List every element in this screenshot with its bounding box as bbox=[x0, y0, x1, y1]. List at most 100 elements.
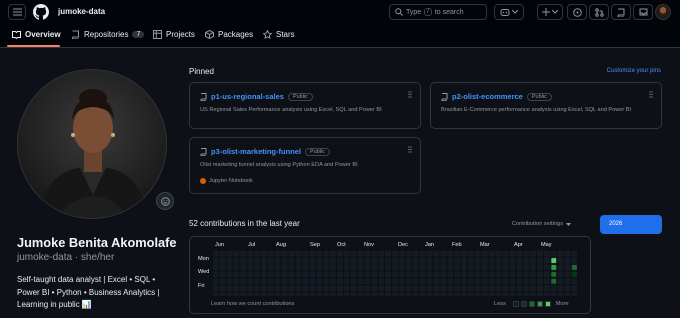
contribution-day[interactable] bbox=[550, 285, 557, 292]
contribution-day[interactable] bbox=[357, 271, 364, 278]
contribution-day[interactable] bbox=[309, 285, 316, 292]
contribution-day[interactable] bbox=[509, 292, 516, 296]
contribution-day[interactable] bbox=[330, 251, 336, 257]
contribution-day[interactable] bbox=[316, 278, 323, 285]
contribution-day[interactable] bbox=[309, 257, 316, 264]
contribution-day[interactable] bbox=[226, 278, 233, 285]
contribution-day[interactable] bbox=[364, 251, 371, 257]
contribution-day[interactable] bbox=[488, 251, 495, 257]
contribution-day[interactable] bbox=[364, 264, 371, 271]
contribution-day[interactable] bbox=[426, 257, 433, 264]
contribution-day[interactable] bbox=[502, 257, 509, 264]
contribution-day[interactable] bbox=[330, 264, 336, 271]
contribution-day[interactable] bbox=[502, 285, 509, 292]
contribution-day[interactable] bbox=[219, 257, 226, 264]
contribution-day[interactable] bbox=[523, 257, 530, 264]
contribution-day[interactable] bbox=[412, 278, 419, 285]
contribution-day[interactable] bbox=[213, 285, 219, 291]
contribution-day[interactable] bbox=[233, 292, 240, 296]
contribution-day[interactable] bbox=[226, 257, 233, 264]
contribution-day[interactable] bbox=[240, 271, 247, 278]
contribution-day[interactable] bbox=[495, 285, 502, 292]
header-username[interactable]: jumoke-data bbox=[58, 7, 105, 16]
contribution-day[interactable] bbox=[454, 264, 461, 271]
contribution-day[interactable] bbox=[419, 264, 426, 271]
contribution-day[interactable] bbox=[406, 251, 412, 257]
contribution-day[interactable] bbox=[385, 264, 392, 271]
contribution-day[interactable] bbox=[481, 292, 488, 296]
contribution-day[interactable] bbox=[461, 264, 467, 271]
contribution-day[interactable] bbox=[337, 292, 343, 296]
contribution-day[interactable] bbox=[288, 278, 295, 285]
contribution-day[interactable] bbox=[302, 257, 309, 264]
contribution-day[interactable] bbox=[281, 285, 288, 292]
contribution-day[interactable] bbox=[550, 264, 557, 271]
contribution-day[interactable] bbox=[454, 271, 461, 278]
contribution-day[interactable] bbox=[564, 285, 571, 292]
contribution-day[interactable] bbox=[530, 278, 536, 285]
contribution-day[interactable] bbox=[336, 285, 343, 292]
contribution-day[interactable] bbox=[468, 257, 474, 264]
contribution-day[interactable] bbox=[219, 278, 226, 285]
contribution-day[interactable] bbox=[268, 278, 274, 285]
contribution-day[interactable] bbox=[254, 251, 260, 257]
contribution-day[interactable] bbox=[309, 278, 316, 285]
tab-packages[interactable]: Packages bbox=[205, 30, 253, 39]
contribution-day[interactable] bbox=[475, 257, 481, 264]
contribution-day[interactable] bbox=[461, 292, 467, 296]
contribution-day[interactable] bbox=[419, 271, 426, 278]
contribution-day[interactable] bbox=[488, 257, 495, 264]
contribution-day[interactable] bbox=[405, 271, 412, 278]
contribution-day[interactable] bbox=[219, 251, 226, 257]
contribution-day[interactable] bbox=[295, 251, 302, 257]
issues-button[interactable] bbox=[567, 4, 587, 20]
contribution-day[interactable] bbox=[233, 285, 240, 292]
contribution-day[interactable] bbox=[385, 251, 391, 257]
contribution-day[interactable] bbox=[516, 278, 523, 285]
contribution-day[interactable] bbox=[213, 257, 219, 264]
contribution-day[interactable] bbox=[426, 251, 433, 257]
contribution-day[interactable] bbox=[468, 285, 474, 292]
tab-overview[interactable]: Overview bbox=[12, 30, 61, 39]
contribution-day[interactable] bbox=[364, 271, 371, 278]
contribution-day[interactable] bbox=[357, 257, 364, 264]
contribution-day[interactable] bbox=[468, 292, 474, 296]
contribution-day[interactable] bbox=[288, 264, 295, 271]
contribution-day[interactable] bbox=[433, 292, 440, 296]
contribution-day[interactable] bbox=[336, 271, 343, 278]
contribution-day[interactable] bbox=[564, 271, 571, 278]
contribution-day[interactable] bbox=[509, 264, 516, 271]
learn-contributions-link[interactable]: Learn how we count contributions bbox=[211, 301, 294, 307]
contribution-day[interactable] bbox=[343, 285, 350, 292]
contribution-day[interactable] bbox=[433, 257, 440, 264]
contribution-day[interactable] bbox=[481, 285, 488, 292]
contribution-day[interactable] bbox=[419, 285, 426, 292]
contribution-day[interactable] bbox=[213, 292, 219, 296]
contribution-day[interactable] bbox=[343, 278, 350, 285]
contribution-day[interactable] bbox=[219, 285, 226, 292]
contribution-day[interactable] bbox=[323, 264, 329, 271]
contribution-day[interactable] bbox=[550, 292, 557, 296]
contribution-day[interactable] bbox=[281, 251, 288, 257]
repo-link[interactable]: p3-olist-marketing-funnel bbox=[211, 147, 301, 156]
year-button-2026[interactable]: 2026 bbox=[600, 215, 662, 234]
contribution-day[interactable] bbox=[412, 271, 419, 278]
contribution-day[interactable] bbox=[295, 285, 302, 292]
contribution-day[interactable] bbox=[302, 285, 309, 292]
contribution-day[interactable] bbox=[233, 251, 240, 257]
contribution-day[interactable] bbox=[281, 278, 288, 285]
repo-link[interactable]: p1-us-regional-sales bbox=[211, 92, 284, 101]
contribution-day[interactable] bbox=[461, 257, 467, 264]
contribution-day[interactable] bbox=[268, 285, 274, 292]
contribution-day[interactable] bbox=[557, 285, 564, 292]
contribution-day[interactable] bbox=[399, 285, 405, 292]
contribution-day[interactable] bbox=[440, 271, 447, 278]
contribution-day[interactable] bbox=[371, 271, 378, 278]
contribution-day[interactable] bbox=[571, 257, 577, 264]
contribution-day[interactable] bbox=[233, 264, 240, 271]
grabber-icon[interactable] bbox=[649, 91, 653, 98]
contribution-settings-button[interactable]: Contribution settings bbox=[512, 221, 571, 227]
contribution-day[interactable] bbox=[213, 251, 219, 257]
contribution-day[interactable] bbox=[233, 278, 240, 285]
user-avatar[interactable] bbox=[655, 4, 671, 20]
